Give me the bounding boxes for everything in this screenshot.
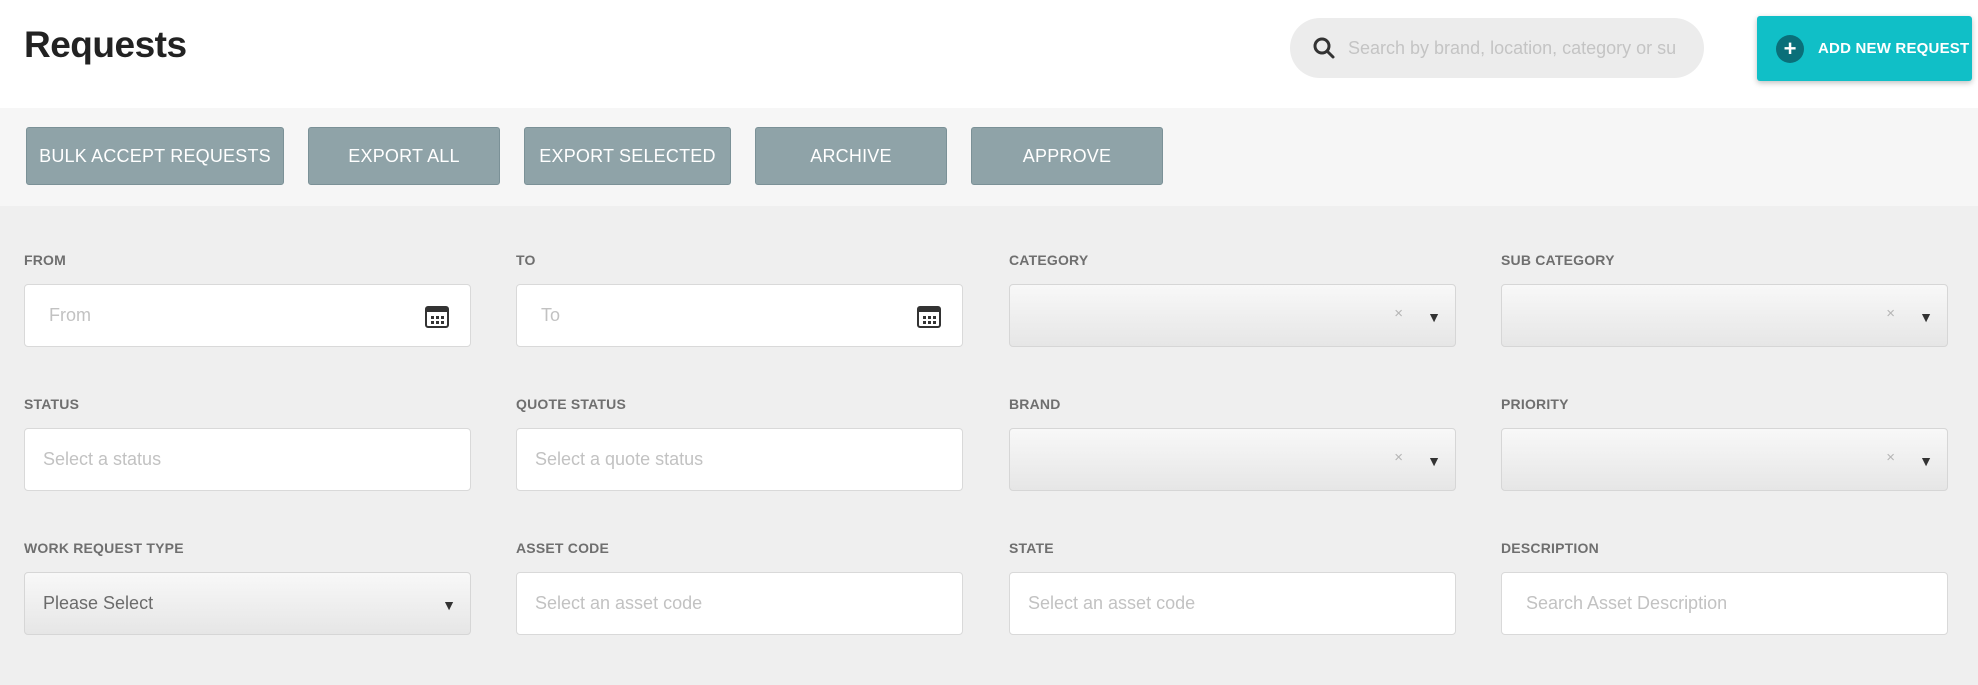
- state-label: STATE: [1009, 540, 1054, 556]
- search-icon: [1313, 37, 1335, 59]
- sub-category-select[interactable]: × ▼: [1501, 284, 1948, 347]
- caret-down-icon: ▼: [1427, 453, 1441, 469]
- brand-label: BRAND: [1009, 396, 1061, 412]
- status-field[interactable]: [24, 428, 471, 491]
- description-input[interactable]: [1526, 593, 1886, 614]
- asset-code-input[interactable]: [535, 593, 895, 614]
- caret-down-icon: ▼: [1919, 309, 1933, 325]
- from-date-field[interactable]: [24, 284, 471, 347]
- to-label: TO: [516, 252, 536, 268]
- clear-x-icon[interactable]: ×: [1394, 305, 1403, 322]
- calendar-icon[interactable]: [424, 303, 450, 329]
- export-all-button[interactable]: EXPORT ALL: [308, 127, 500, 185]
- status-input[interactable]: [43, 449, 403, 470]
- priority-label: PRIORITY: [1501, 396, 1569, 412]
- state-input[interactable]: [1028, 593, 1388, 614]
- add-new-request-button[interactable]: + ADD NEW REQUEST: [1757, 16, 1972, 81]
- work-request-type-value: Please Select: [43, 593, 154, 613]
- clear-x-icon[interactable]: ×: [1886, 449, 1895, 466]
- category-select[interactable]: × ▼: [1009, 284, 1456, 347]
- category-label: CATEGORY: [1009, 252, 1089, 268]
- caret-down-icon: ▼: [442, 597, 456, 613]
- archive-button[interactable]: ARCHIVE: [755, 127, 947, 185]
- work-request-type-label: WORK REQUEST TYPE: [24, 540, 184, 556]
- plus-circle-icon: +: [1776, 34, 1804, 63]
- to-date-field[interactable]: [516, 284, 963, 347]
- add-new-request-label: ADD NEW REQUEST: [1818, 40, 1970, 57]
- bulk-accept-requests-button[interactable]: BULK ACCEPT REQUESTS: [26, 127, 284, 185]
- status-label: STATUS: [24, 396, 80, 412]
- to-date-input[interactable]: [541, 305, 901, 326]
- state-field[interactable]: [1009, 572, 1456, 635]
- priority-select[interactable]: × ▼: [1501, 428, 1948, 491]
- caret-down-icon: ▼: [1427, 309, 1441, 325]
- quote-status-label: QUOTE STATUS: [516, 396, 626, 412]
- action-toolbar: BULK ACCEPT REQUESTS EXPORT ALL EXPORT S…: [0, 108, 1978, 206]
- sub-category-label: SUB CATEGORY: [1501, 252, 1615, 268]
- clear-x-icon[interactable]: ×: [1886, 305, 1895, 322]
- search-bar[interactable]: [1290, 18, 1704, 78]
- clear-x-icon[interactable]: ×: [1394, 449, 1403, 466]
- calendar-icon[interactable]: [916, 303, 942, 329]
- asset-code-field[interactable]: [516, 572, 963, 635]
- page-title: Requests: [24, 24, 187, 65]
- approve-button[interactable]: APPROVE: [971, 127, 1163, 185]
- caret-down-icon: ▼: [1919, 453, 1933, 469]
- brand-select[interactable]: × ▼: [1009, 428, 1456, 491]
- work-request-type-select[interactable]: Please Select ▼: [24, 572, 471, 635]
- export-selected-button[interactable]: EXPORT SELECTED: [524, 127, 731, 185]
- asset-code-label: ASSET CODE: [516, 540, 610, 556]
- from-date-input[interactable]: [49, 305, 409, 326]
- quote-status-input[interactable]: [535, 449, 895, 470]
- from-label: FROM: [24, 252, 67, 268]
- search-input[interactable]: [1348, 37, 1678, 59]
- quote-status-field[interactable]: [516, 428, 963, 491]
- page-header: Requests + ADD NEW REQUEST: [0, 0, 1978, 108]
- description-field[interactable]: [1501, 572, 1948, 635]
- description-label: DESCRIPTION: [1501, 540, 1599, 556]
